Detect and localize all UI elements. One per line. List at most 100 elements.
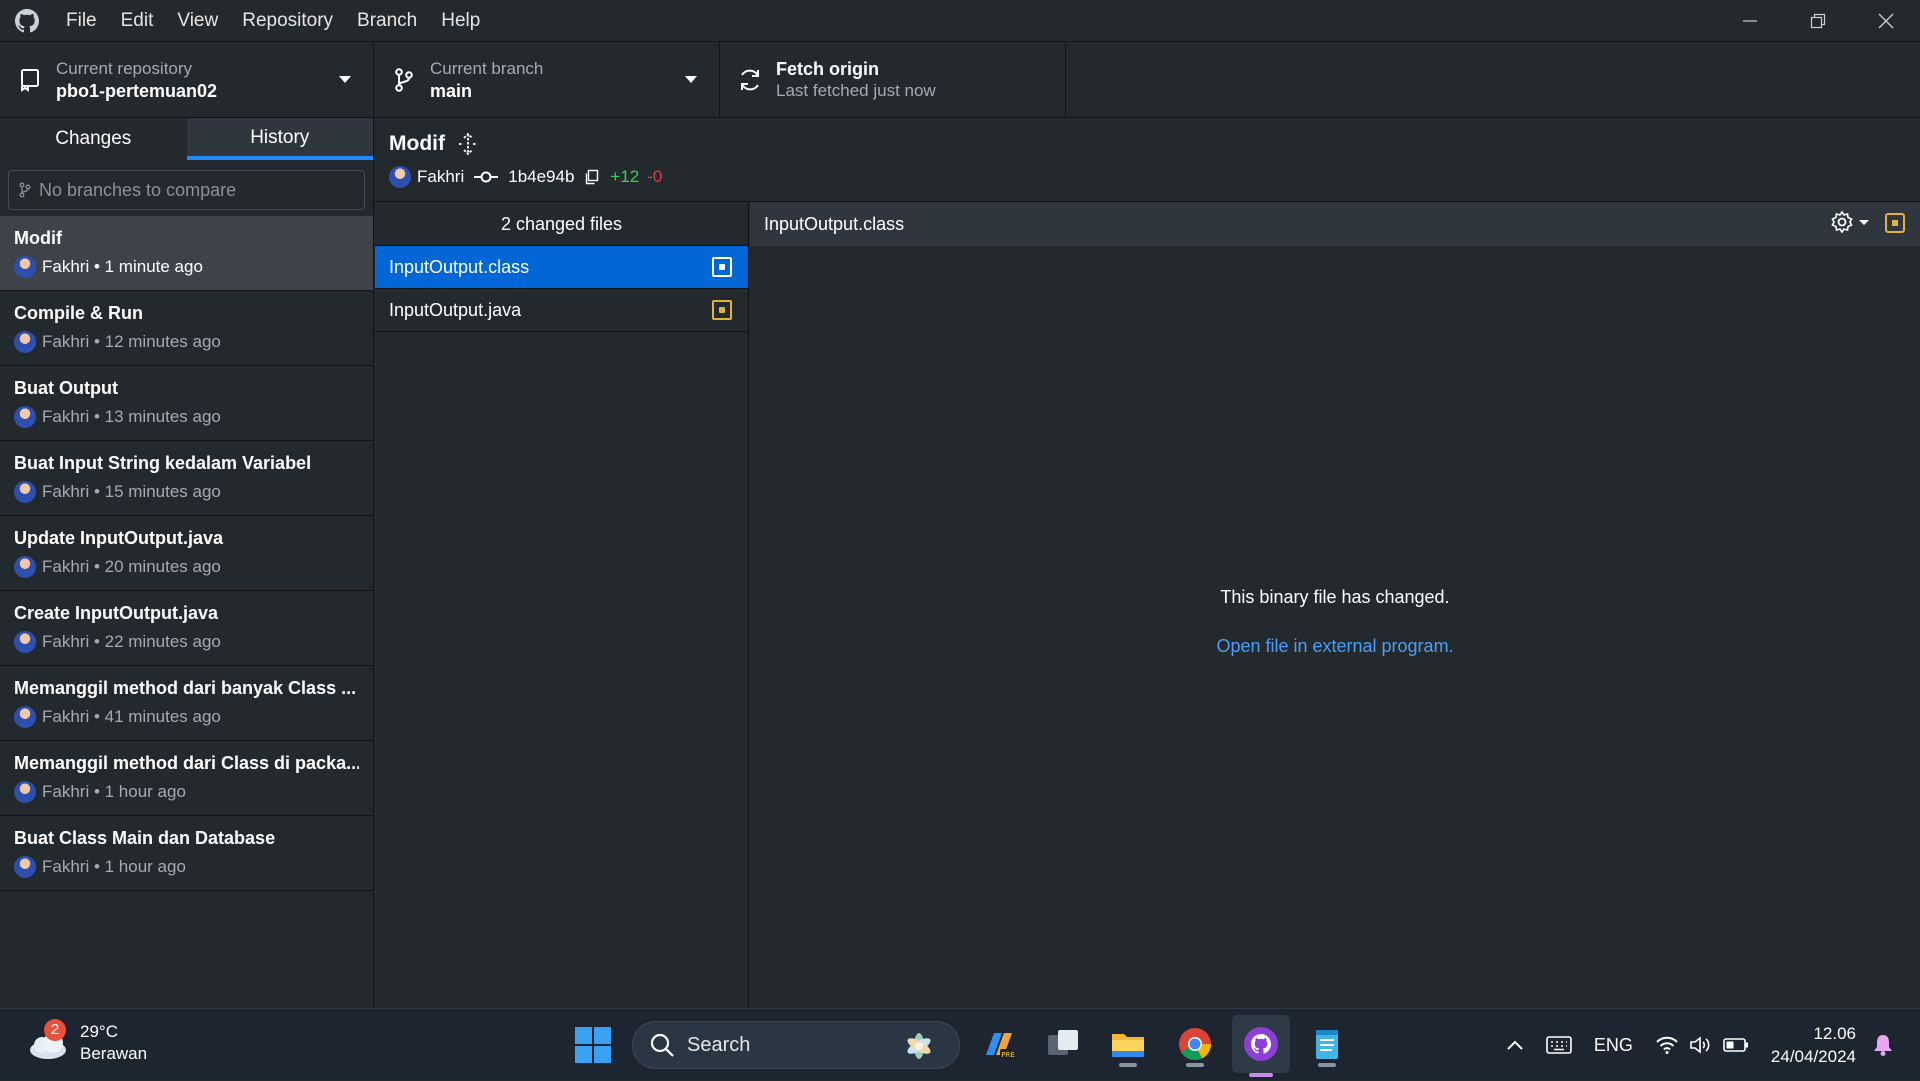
copilot-icon[interactable]: PRE (978, 1023, 1020, 1065)
restore-button[interactable] (1784, 0, 1852, 42)
commit-item[interactable]: Memanggil method dari Class di packa... … (0, 741, 373, 816)
menu-branch[interactable]: Branch (345, 0, 429, 42)
svg-text:PRE: PRE (1001, 1051, 1015, 1059)
keyboard-icon[interactable] (1546, 1036, 1572, 1054)
chrome-icon[interactable] (1174, 1023, 1216, 1067)
start-button[interactable] (575, 1027, 611, 1063)
task-view-icon[interactable] (1042, 1023, 1084, 1065)
commit-meta: Fakhri • 15 minutes ago (42, 482, 221, 501)
commit-item[interactable]: Buat Input String kedalam Variabel Fakhr… (0, 441, 373, 516)
file-name: InputOutput.java (389, 299, 522, 320)
language-indicator[interactable]: ENG (1594, 1035, 1633, 1056)
commit-title: Compile & Run (14, 303, 143, 323)
weather-condition: Berawan (80, 1044, 148, 1063)
running-indicator (1249, 1073, 1273, 1077)
commit-icon (474, 170, 499, 184)
taskbar-search[interactable]: Search (632, 1021, 960, 1069)
commit-title: Modif (14, 228, 62, 248)
modified-icon (1884, 212, 1906, 234)
deletions-count: -0 (647, 167, 663, 186)
commit-item[interactable]: Buat Output Fakhri • 13 minutes ago (0, 366, 373, 441)
avatar (14, 256, 36, 278)
commit-item[interactable]: Compile & Run Fakhri • 12 minutes ago (0, 291, 373, 366)
battery-icon[interactable] (1723, 1037, 1749, 1053)
close-button[interactable] (1852, 0, 1920, 42)
commit-meta: Fakhri • 41 minutes ago (42, 707, 221, 726)
commit-title: Buat Input String kedalam Variabel (14, 453, 312, 473)
commit-meta: Fakhri • 20 minutes ago (42, 557, 221, 576)
commit-list: Modif Fakhri • 1 minute ago Compile & Ru… (0, 216, 373, 891)
search-label: Search (687, 1033, 751, 1056)
toolbar: Current repository pbo1-pertemuan02 Curr… (0, 42, 1920, 118)
avatar (14, 631, 36, 653)
branch-compare-input[interactable]: No branches to compare (8, 170, 365, 210)
search-icon (649, 1032, 675, 1058)
weather-widget[interactable]: 2 29°C Berawan (26, 1019, 148, 1065)
wifi-icon[interactable] (1655, 1035, 1679, 1055)
github-logo-icon (0, 0, 54, 42)
modified-icon (712, 300, 732, 320)
commit-title: Buat Class Main dan Database (14, 828, 276, 848)
chevron-down-icon (339, 76, 351, 83)
chevron-up-icon[interactable] (1506, 1039, 1524, 1051)
clock-date: 24/04/2024 (1770, 1047, 1856, 1066)
file-item[interactable]: InputOutput.class (375, 246, 748, 289)
menu-edit[interactable]: Edit (109, 0, 166, 42)
window-controls (1716, 0, 1920, 42)
running-indicator (1318, 1063, 1336, 1067)
github-desktop-taskbar-icon[interactable] (1232, 1015, 1290, 1077)
branch-label: Current branch (430, 58, 544, 78)
tab-history[interactable]: History (186, 118, 373, 160)
commit-meta: Fakhri • 13 minutes ago (42, 407, 221, 426)
commit-item[interactable]: Modif Fakhri • 1 minute ago (0, 216, 373, 291)
commit-sha: 1b4e94b (508, 167, 575, 186)
commit-meta: Fakhri • 1 hour ago (42, 782, 186, 801)
commit-meta: Fakhri • 12 minutes ago (42, 332, 221, 351)
current-branch-button[interactable]: Current branch main (374, 42, 720, 117)
file-explorer-icon[interactable] (1107, 1023, 1149, 1067)
fetch-origin-button[interactable]: Fetch origin Last fetched just now (720, 42, 1066, 117)
bell-icon[interactable] (1872, 1033, 1894, 1057)
menu-file[interactable]: File (54, 0, 109, 42)
open-external-link[interactable]: Open file in external program. (1216, 636, 1453, 657)
branch-name: main (430, 80, 473, 101)
menu-help[interactable]: Help (429, 0, 492, 42)
system-tray: ENG 12.06 24/04/2024 (1506, 1009, 1920, 1081)
current-repository-button[interactable]: Current repository pbo1-pertemuan02 (0, 42, 374, 117)
avatar (14, 781, 36, 803)
branch-icon (390, 66, 418, 94)
volume-icon[interactable] (1689, 1035, 1713, 1055)
commit-summary: Modif Fakhri 1b4e94b +12 -0 (375, 118, 1920, 202)
commit-item[interactable]: Update InputOutput.java Fakhri • 20 minu… (0, 516, 373, 591)
flower-icon (899, 1030, 939, 1068)
fetch-title: Fetch origin (776, 58, 879, 79)
file-item[interactable]: InputOutput.java (375, 289, 748, 332)
cloud-icon: 2 (26, 1019, 70, 1063)
menu-repository[interactable]: Repository (230, 0, 345, 42)
gear-icon[interactable] (1830, 210, 1884, 236)
commit-item[interactable]: Memanggil method dari banyak Class ... F… (0, 666, 373, 741)
repo-icon (16, 66, 44, 94)
minimize-button[interactable] (1716, 0, 1784, 42)
commit-title: Memanggil method dari Class di packa... (14, 753, 359, 773)
copy-icon[interactable] (584, 169, 600, 185)
avatar (14, 856, 36, 878)
commit-title: Buat Output (14, 378, 118, 398)
avatar (14, 331, 36, 353)
running-indicator (1119, 1063, 1137, 1067)
commit-item[interactable]: Create InputOutput.java Fakhri • 22 minu… (0, 591, 373, 666)
avatar (389, 166, 411, 188)
additions-count: +12 (610, 167, 640, 186)
menu-view[interactable]: View (165, 0, 230, 42)
notepad-icon[interactable] (1306, 1023, 1348, 1067)
tab-changes[interactable]: Changes (0, 118, 187, 160)
changed-files-header: 2 changed files (375, 202, 748, 246)
branch-icon (19, 182, 31, 198)
expand-icon[interactable] (457, 133, 479, 155)
commit-item[interactable]: Buat Class Main dan Database Fakhri • 1 … (0, 816, 373, 891)
clock[interactable]: 12.06 24/04/2024 (1771, 1022, 1856, 1068)
weather-badge: 2 (44, 1019, 66, 1041)
avatar (14, 481, 36, 503)
compare-placeholder: No branches to compare (39, 179, 237, 200)
github-desktop-window: File Edit View Repository Branch Help Cu… (0, 0, 1920, 1008)
